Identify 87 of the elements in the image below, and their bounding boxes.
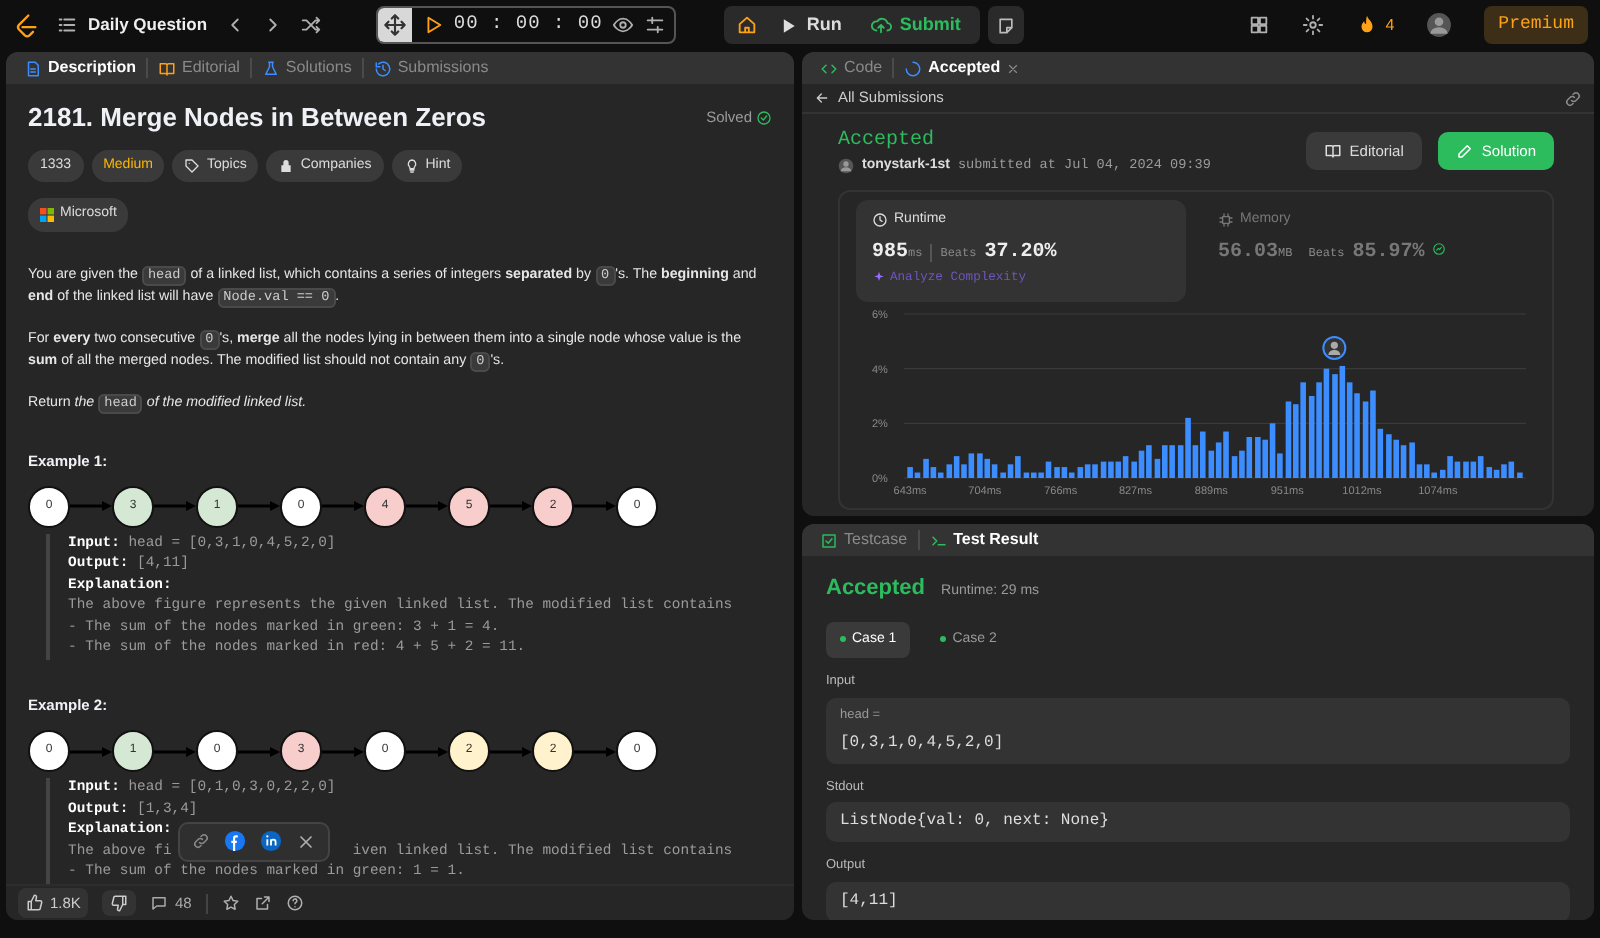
comment-icon	[150, 894, 169, 912]
node-arrow	[490, 745, 532, 758]
node-arrow	[238, 745, 280, 758]
note-button[interactable]	[988, 6, 1025, 44]
premium-button[interactable]: Premium	[1484, 5, 1588, 45]
move-icon[interactable]	[377, 8, 412, 42]
settings-icon[interactable]	[1301, 14, 1324, 36]
pencil-icon	[1455, 142, 1474, 161]
tab[interactable]: Code	[810, 58, 895, 78]
house-icon[interactable]	[736, 14, 759, 36]
node-arrow	[574, 745, 616, 758]
tab[interactable]: Testcase	[810, 530, 920, 550]
status-text: Accepted	[838, 127, 937, 156]
timer-text: 00 : 00 : 00	[453, 10, 603, 39]
link-icon[interactable]	[1564, 89, 1582, 107]
book-icon	[1323, 142, 1342, 161]
node-arrow	[406, 745, 448, 758]
upload-icon	[869, 14, 892, 36]
document-icon	[24, 59, 42, 77]
tab[interactable]: Test Result	[919, 530, 1049, 550]
help-icon[interactable]	[285, 894, 304, 912]
avatar-icon	[1322, 334, 1347, 359]
status-dot	[840, 636, 846, 643]
shuffle-icon[interactable]	[299, 14, 322, 36]
code-icon	[820, 59, 838, 77]
node-arrow	[238, 500, 280, 513]
node-arrow	[574, 500, 616, 513]
spinner-icon	[904, 59, 923, 77]
value-text: ListNode{val: 0, next: None}	[840, 810, 1111, 835]
node-arrow	[70, 500, 112, 513]
book-icon	[158, 59, 177, 77]
node-arrow	[154, 745, 196, 758]
tab[interactable]: Accepted	[894, 58, 1031, 78]
linkedin-icon[interactable]	[259, 830, 282, 853]
node-arrow	[154, 500, 196, 513]
beats-value: 85.97%	[1352, 240, 1425, 268]
facebook-icon[interactable]	[223, 830, 246, 853]
value-text: [4,11]	[840, 890, 900, 914]
star-icon[interactable]	[221, 894, 240, 912]
problem-title: 2181. Merge Nodes in Between Zeros	[28, 102, 487, 134]
close-icon[interactable]	[1006, 61, 1021, 75]
clock-icon	[872, 211, 888, 228]
thumbs-down-icon	[110, 894, 129, 912]
history-icon	[373, 59, 392, 77]
flask-icon	[261, 59, 280, 77]
node-arrow	[322, 500, 364, 513]
link-icon[interactable]	[191, 832, 210, 851]
chip-icon	[1218, 211, 1234, 228]
node-arrow	[406, 500, 448, 513]
status-dot	[940, 636, 947, 643]
list-icon	[56, 14, 78, 36]
tab[interactable]: Editorial	[148, 58, 252, 78]
value-text: [0,3,1,0,4,5,2,0]	[840, 731, 1006, 755]
logo-icon[interactable]	[12, 11, 40, 39]
layout-icon[interactable]	[1247, 14, 1270, 36]
tab[interactable]: Description	[14, 58, 149, 78]
checkbox-icon	[820, 531, 838, 549]
tag-icon	[184, 157, 201, 174]
tab[interactable]: Submissions	[363, 58, 499, 78]
result-status: Accepted	[826, 574, 926, 604]
terminal-icon	[929, 531, 948, 549]
microsoft-logo	[40, 207, 54, 222]
eye-icon[interactable]	[612, 14, 635, 36]
beats-value: 37.20%	[984, 240, 1057, 268]
stat-value: 985	[872, 240, 909, 268]
arrow-left-icon	[814, 90, 830, 106]
avatar-icon[interactable]	[1426, 12, 1453, 38]
node-arrow	[490, 500, 532, 513]
node-arrow	[70, 745, 112, 758]
share-icon[interactable]	[253, 894, 272, 912]
run-button[interactable]: Run	[770, 11, 850, 39]
submit-button[interactable]: Submit	[861, 11, 969, 39]
tab[interactable]: Solutions	[251, 58, 364, 78]
note-icon	[996, 15, 1017, 35]
sparkle-icon	[872, 270, 886, 285]
bulb-icon	[403, 157, 420, 174]
avatar-icon	[838, 158, 854, 175]
play-icon	[778, 15, 799, 35]
thumbs-up-icon	[26, 894, 44, 912]
streak-counter[interactable]: 4	[1355, 13, 1395, 37]
x-icon[interactable]	[295, 831, 316, 852]
node-arrow	[322, 745, 364, 758]
sliders-icon[interactable]	[644, 14, 667, 36]
daily-question-link[interactable]: Daily Question	[56, 12, 208, 38]
stat-value: 56.03	[1218, 240, 1279, 268]
dislike-button[interactable]	[102, 890, 137, 916]
lock-icon	[278, 157, 295, 174]
